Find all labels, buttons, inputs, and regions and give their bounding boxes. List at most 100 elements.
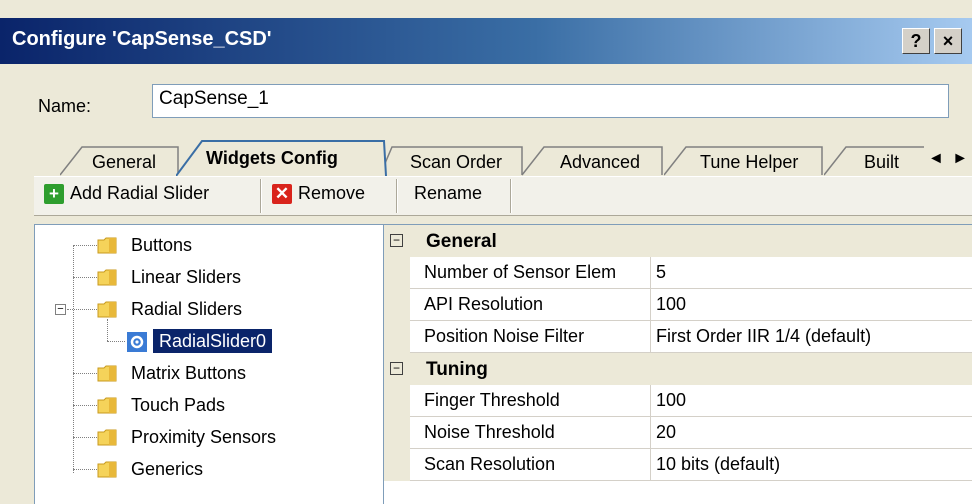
property-row[interactable]: Noise Threshold 20 xyxy=(384,417,972,449)
tree-item-generics[interactable]: Generics xyxy=(35,457,375,483)
property-row[interactable]: Scan Resolution 10 bits (default) xyxy=(384,449,972,481)
tree-item-label: Matrix Buttons xyxy=(131,363,247,383)
property-value[interactable]: 10 bits (default) xyxy=(656,454,780,475)
row-gutter xyxy=(384,449,410,481)
column-divider xyxy=(650,321,651,353)
row-gutter xyxy=(384,289,410,321)
property-row[interactable]: API Resolution 100 xyxy=(384,289,972,321)
collapse-icon[interactable]: − xyxy=(390,362,403,375)
close-button[interactable]: × xyxy=(934,28,962,54)
property-value[interactable]: 5 xyxy=(656,262,666,283)
folder-icon xyxy=(97,461,117,478)
toolbar-separator xyxy=(510,179,512,213)
tab-scan-order[interactable]: Scan Order xyxy=(380,146,524,176)
tree-item-label: Generics xyxy=(131,459,204,479)
folder-icon xyxy=(97,429,117,446)
tree-item-matrix-buttons[interactable]: Matrix Buttons xyxy=(35,361,375,387)
tab-scroll-right-icon[interactable]: ► xyxy=(952,150,968,167)
property-name: Finger Threshold xyxy=(424,390,560,410)
help-button[interactable]: ? xyxy=(902,28,930,54)
widget-gear-icon xyxy=(127,332,147,352)
tree-item-radialslider0[interactable]: RadialSlider0 xyxy=(35,319,375,355)
remove-button[interactable]: ✕ Remove xyxy=(272,183,365,209)
tab-strip: General Scan Order Advanced Tune Helper … xyxy=(0,140,972,176)
tree-item-proximity-sensors[interactable]: Proximity Sensors xyxy=(35,425,375,451)
collapse-toggle[interactable]: − xyxy=(55,304,66,315)
tree-line xyxy=(73,373,97,374)
remove-label: Remove xyxy=(298,183,366,203)
category-label: Tuning xyxy=(426,359,488,380)
add-radial-slider-label: Add Radial Slider xyxy=(70,183,210,203)
column-divider xyxy=(650,449,651,481)
tree-item-label: Radial Sliders xyxy=(131,299,243,319)
window-title: Configure 'CapSense_CSD' xyxy=(12,28,272,50)
property-row[interactable]: Position Noise Filter First Order IIR 1/… xyxy=(384,321,972,353)
row-gutter xyxy=(384,257,410,289)
property-name: Number of Sensor Elem xyxy=(424,262,617,282)
tree-item-radial-sliders[interactable]: − Radial Sliders xyxy=(35,297,375,323)
tree-line xyxy=(73,245,97,246)
property-value[interactable]: 20 xyxy=(656,422,676,443)
tree-line xyxy=(107,341,125,342)
tree-line xyxy=(73,277,97,278)
property-row[interactable]: Number of Sensor Elem 5 xyxy=(384,257,972,289)
tab-built-label: Built xyxy=(864,152,900,172)
property-value[interactable]: First Order IIR 1/4 (default) xyxy=(656,326,871,347)
folder-icon xyxy=(97,237,117,254)
name-input[interactable]: CapSense_1 xyxy=(152,84,949,118)
column-divider xyxy=(650,385,651,417)
property-value[interactable]: 100 xyxy=(656,294,686,315)
property-grid[interactable]: − General Number of Sensor Elem 5 API Re… xyxy=(384,224,972,504)
tab-widgets-config-label: Widgets Config xyxy=(206,148,338,168)
tab-widgets-config[interactable]: Widgets Config xyxy=(176,140,388,176)
property-name: Position Noise Filter xyxy=(424,326,585,346)
column-divider xyxy=(650,257,651,289)
tab-scan-order-label: Scan Order xyxy=(410,152,503,172)
folder-icon xyxy=(97,269,117,286)
rename-label: Rename xyxy=(414,183,483,203)
property-name: Noise Threshold xyxy=(424,422,555,442)
add-icon: + xyxy=(44,184,64,205)
property-value[interactable]: 100 xyxy=(656,390,686,411)
tree-item-label: RadialSlider0 xyxy=(153,329,273,353)
category-label: General xyxy=(426,231,497,252)
tree-line xyxy=(107,319,108,341)
toolbar-separator xyxy=(396,179,398,213)
category-tuning[interactable]: − Tuning xyxy=(384,353,972,385)
tree-line xyxy=(73,469,97,470)
tab-tune-helper-label: Tune Helper xyxy=(700,152,799,172)
column-divider xyxy=(650,289,651,321)
row-gutter xyxy=(384,385,410,417)
tree-line xyxy=(73,405,97,406)
add-radial-slider-button[interactable]: + Add Radial Slider xyxy=(44,183,209,209)
configure-dialog: Configure 'CapSense_CSD' ? × Name: CapSe… xyxy=(0,0,972,504)
tab-tune-helper[interactable]: Tune Helper xyxy=(664,146,824,176)
column-divider xyxy=(650,417,651,449)
row-gutter xyxy=(384,417,410,449)
tree-item-linear-sliders[interactable]: Linear Sliders xyxy=(35,265,375,291)
tree-line xyxy=(73,437,97,438)
property-row[interactable]: Finger Threshold 100 xyxy=(384,385,972,417)
collapse-icon[interactable]: − xyxy=(390,234,403,247)
tree-line xyxy=(67,309,97,310)
tab-general[interactable]: General xyxy=(60,146,180,176)
tree-item-label: Linear Sliders xyxy=(131,267,242,287)
tab-scroll-left-icon[interactable]: ◄ xyxy=(928,150,944,167)
title-bar[interactable]: Configure 'CapSense_CSD' ? × xyxy=(0,18,972,64)
name-label: Name: xyxy=(38,96,92,116)
rename-button[interactable]: Rename xyxy=(414,183,482,209)
remove-icon: ✕ xyxy=(272,184,292,205)
property-name: Scan Resolution xyxy=(424,454,556,474)
tree-item-touch-pads[interactable]: Touch Pads xyxy=(35,393,375,419)
tab-built[interactable]: Built xyxy=(824,146,924,176)
row-gutter xyxy=(384,321,410,353)
tab-advanced-label: Advanced xyxy=(560,152,641,172)
toolbar: + Add Radial Slider ✕ Remove Rename xyxy=(34,176,972,216)
folder-icon xyxy=(97,397,117,414)
tree-item-label: Buttons xyxy=(131,235,193,255)
tab-advanced[interactable]: Advanced xyxy=(522,146,664,176)
tree-item-label: Touch Pads xyxy=(131,395,226,415)
tree-item-buttons[interactable]: Buttons xyxy=(35,233,375,259)
widget-tree[interactable]: Buttons Linear Sliders − Radial Sliders … xyxy=(34,224,384,504)
category-general[interactable]: − General xyxy=(384,225,972,257)
